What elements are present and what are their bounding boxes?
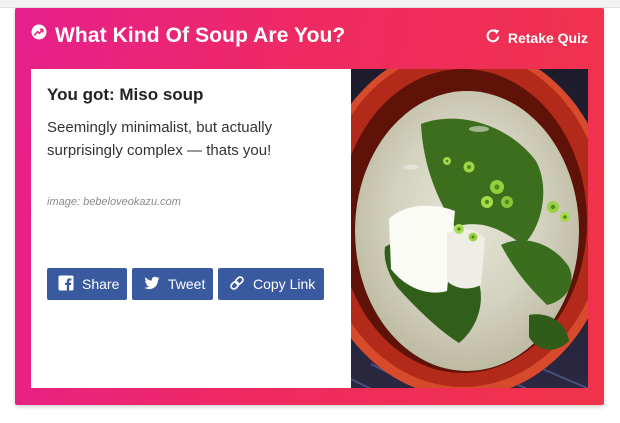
quiz-title: What Kind Of Soup Are You? — [55, 24, 346, 47]
retake-quiz-button[interactable]: Retake Quiz — [485, 28, 588, 47]
refresh-icon — [485, 28, 501, 47]
copy-link-label: Copy Link — [253, 276, 316, 292]
twitter-share-label: Tweet — [168, 276, 206, 292]
retake-quiz-label: Retake Quiz — [507, 29, 588, 46]
share-buttons: Share Tweet Copy Link — [47, 268, 324, 300]
miso-soup-photo — [313, 69, 588, 388]
quiz-header: What Kind Of Soup Are You? Retake Quiz — [15, 8, 604, 69]
facebook-share-button[interactable]: Share — [47, 268, 127, 300]
top-strip — [0, 0, 620, 8]
result-panel: You got: Miso soup Seemingly minimalist,… — [31, 69, 588, 388]
facebook-share-label: Share — [82, 276, 120, 292]
result-description: Seemingly minimalist, but actually surpr… — [47, 119, 273, 159]
quiz-result-card: What Kind Of Soup Are You? Retake Quiz Y… — [15, 8, 604, 405]
copy-link-button[interactable]: Copy Link — [218, 268, 324, 300]
link-icon — [229, 275, 245, 294]
facebook-icon — [58, 275, 74, 294]
image-credit: image: bebeloveokazu.com — [47, 196, 181, 208]
twitter-share-button[interactable]: Tweet — [132, 268, 213, 300]
twitter-icon — [144, 275, 160, 294]
result-text: You got: Miso soup Seemingly minimalist,… — [47, 85, 337, 162]
result-title: You got: Miso soup — [47, 85, 204, 104]
trending-icon — [31, 24, 47, 40]
